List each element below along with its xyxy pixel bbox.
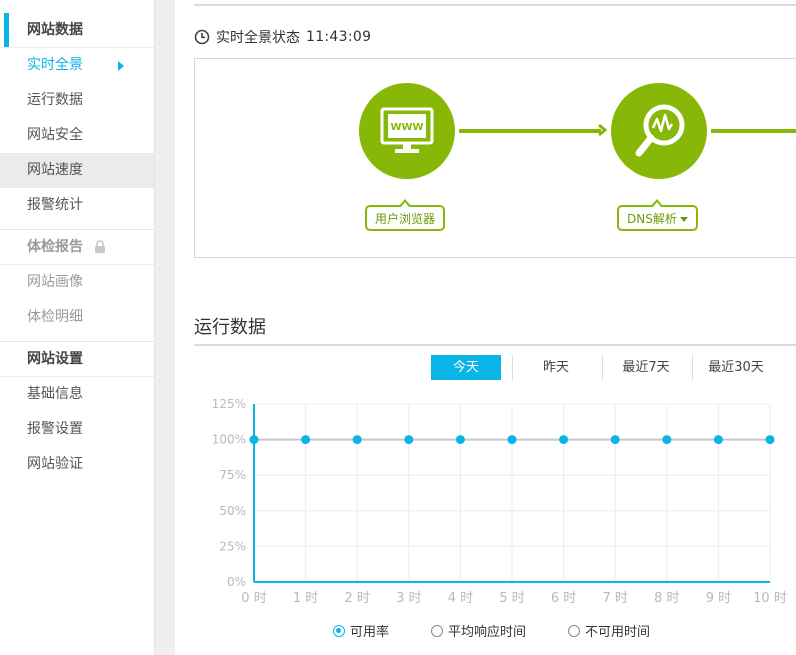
sidebar-item-speed[interactable]: 网站速度 bbox=[0, 153, 154, 188]
arrow-right-icon bbox=[118, 61, 124, 71]
y-tick-label: 125% bbox=[212, 397, 246, 411]
x-tick-label: 10 时 bbox=[753, 591, 787, 606]
status-time: 11:43:09 bbox=[306, 29, 372, 45]
main-panel: 实时全景状态 11:43:09 WWW 用户浏览器 DNS解析 运行数据 今天 … bbox=[175, 0, 796, 655]
x-tick-label: 8 时 bbox=[654, 591, 679, 606]
flow-connector bbox=[459, 129, 601, 133]
y-tick-label: 50% bbox=[219, 504, 246, 518]
monitor-icon: WWW bbox=[380, 107, 434, 153]
sidebar-item-security[interactable]: 网站安全 bbox=[0, 118, 154, 153]
y-tick-label: 0% bbox=[227, 575, 246, 589]
legend-label: 平均响应时间 bbox=[448, 625, 527, 640]
x-tick-label: 4 时 bbox=[448, 591, 473, 606]
caret-down-icon bbox=[679, 217, 688, 222]
sidebar-group-health-report[interactable]: 体检报告 bbox=[0, 229, 154, 265]
y-tick-label: 75% bbox=[219, 468, 246, 482]
sidebar-item-portrait[interactable]: 网站画像 bbox=[0, 265, 154, 300]
browser-tag: 用户浏览器 bbox=[365, 199, 446, 231]
tab-label: 今天 bbox=[452, 360, 479, 375]
sidebar-item-verify[interactable]: 网站验证 bbox=[0, 447, 154, 482]
tab-last-30-days[interactable]: 最近30天 bbox=[701, 355, 771, 380]
x-tick-label: 1 时 bbox=[293, 591, 318, 606]
arrow-right-icon bbox=[598, 123, 607, 137]
section-divider bbox=[194, 344, 796, 346]
legend-downtime[interactable]: 不可用时间 bbox=[568, 621, 650, 640]
radio-icon bbox=[431, 624, 444, 637]
data-point[interactable] bbox=[559, 435, 569, 445]
clock-icon bbox=[194, 29, 210, 45]
sidebar-item-alert-stats[interactable]: 报警统计 bbox=[0, 188, 154, 223]
tab-yesterday[interactable]: 昨天 bbox=[521, 355, 603, 380]
legend-avg-response[interactable]: 平均响应时间 bbox=[431, 621, 526, 640]
sidebar-group-label: 体检报告 bbox=[27, 239, 83, 255]
availability-chart: 125% 100% 75% 50% 25% 0% 0 时 1 时 2 时 3 时 4 时 5 时 6 时… bbox=[212, 397, 787, 606]
x-tick-label: 3 时 bbox=[396, 591, 421, 606]
x-tick-label: 5 时 bbox=[499, 591, 524, 606]
sidebar-item-health-detail[interactable]: 体检明细 bbox=[0, 300, 154, 335]
radio-icon bbox=[333, 624, 345, 637]
sidebar: 网站数据 实时全景 运行数据 网站安全 网站速度 报警统计 体检报告 网站画像 … bbox=[0, 0, 155, 655]
sidebar-group-settings[interactable]: 网站设置 bbox=[0, 341, 154, 377]
legend-label: 不可用时间 bbox=[585, 625, 651, 640]
tab-label: 昨天 bbox=[542, 360, 569, 375]
tab-label: 最近30天 bbox=[708, 360, 764, 375]
radio-icon bbox=[568, 624, 581, 637]
data-point[interactable] bbox=[507, 435, 517, 445]
sidebar-item-alert-settings[interactable]: 报警设置 bbox=[0, 412, 154, 447]
data-point[interactable] bbox=[765, 435, 775, 445]
sidebar-item-run-data[interactable]: 运行数据 bbox=[0, 83, 154, 118]
x-tick-label: 6 时 bbox=[551, 591, 576, 606]
section-title: 运行数据 bbox=[194, 317, 266, 338]
tab-last-7-days[interactable]: 最近7天 bbox=[611, 355, 693, 380]
data-point[interactable] bbox=[404, 435, 414, 445]
sidebar-item-realtime[interactable]: 实时全景 bbox=[0, 48, 154, 83]
dns-label: DNS解析 bbox=[627, 212, 677, 226]
x-tick-label: 7 时 bbox=[602, 591, 627, 606]
chart-legend: 可用率 平均响应时间 不可用时间 bbox=[333, 621, 692, 640]
sidebar-item-basic-info[interactable]: 基础信息 bbox=[0, 377, 154, 412]
y-tick-label: 25% bbox=[219, 539, 246, 553]
x-tick-label: 9 时 bbox=[706, 591, 731, 606]
dns-dropdown[interactable]: DNS解析 bbox=[617, 199, 698, 231]
data-point[interactable] bbox=[301, 435, 311, 445]
sidebar-item-label: 实时全景 bbox=[27, 57, 83, 73]
realtime-status: 实时全景状态 11:43:09 bbox=[194, 27, 371, 47]
time-range-tabs: 今天 昨天 最近7天 最近30天 bbox=[431, 355, 791, 380]
search-icon bbox=[635, 104, 685, 157]
top-divider bbox=[194, 0, 796, 6]
legend-availability[interactable]: 可用率 bbox=[333, 621, 389, 640]
flow-diagram: WWW 用户浏览器 DNS解析 bbox=[194, 58, 796, 258]
data-point[interactable] bbox=[662, 435, 672, 445]
data-point[interactable] bbox=[352, 435, 362, 445]
data-point[interactable] bbox=[455, 435, 465, 445]
browser-node[interactable]: WWW bbox=[359, 83, 455, 179]
y-tick-label: 100% bbox=[212, 433, 246, 447]
status-label: 实时全景状态 bbox=[216, 30, 300, 46]
lock-icon bbox=[94, 240, 105, 253]
legend-label: 可用率 bbox=[350, 625, 390, 640]
tab-today[interactable]: 今天 bbox=[431, 355, 513, 380]
data-point[interactable] bbox=[610, 435, 620, 445]
dns-node[interactable] bbox=[611, 83, 707, 179]
data-point[interactable] bbox=[249, 435, 259, 445]
www-text: WWW bbox=[390, 122, 423, 133]
flow-connector bbox=[711, 129, 796, 133]
data-point[interactable] bbox=[713, 435, 723, 445]
x-tick-label: 0 时 bbox=[241, 591, 266, 606]
x-tick-label: 2 时 bbox=[344, 591, 369, 606]
sidebar-group-website-data[interactable]: 网站数据 bbox=[0, 13, 154, 48]
tab-label: 最近7天 bbox=[622, 360, 670, 375]
